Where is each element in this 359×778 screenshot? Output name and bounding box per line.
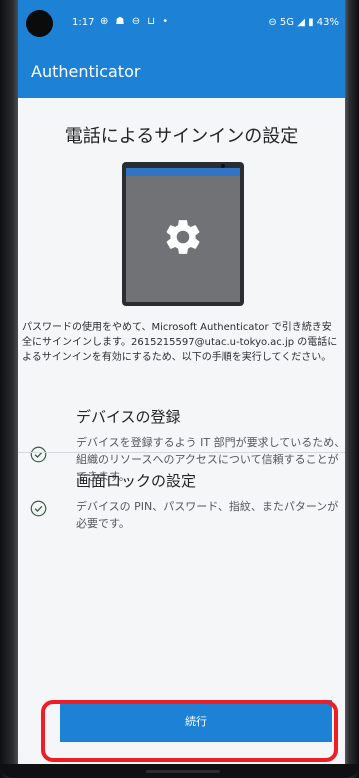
- app-title: Authenticator: [31, 62, 141, 81]
- app-bar: Authenticator: [18, 44, 345, 98]
- app-screen: 1:17 ⊕ ☗ ⊖ ⊔ • ⊖ 5G ◢ ▮ 43% Authenticato…: [18, 0, 345, 764]
- illustration-screen: [126, 176, 240, 302]
- content-area: 電話によるサインインの設定 パスワードの使用をやめて、Microsoft Aut…: [18, 98, 345, 764]
- gear-icon: [166, 220, 200, 254]
- status-indicators: ⊖ 5G ◢ ▮ 43%: [268, 17, 339, 28]
- check-circle-icon: [30, 500, 47, 517]
- page-title: 電話によるサインインの設定: [64, 126, 299, 147]
- phone-frame: 1:17 ⊕ ☗ ⊖ ⊔ • ⊖ 5G ◢ ▮ 43% Authenticato…: [0, 0, 359, 778]
- camera-cutout: [26, 10, 53, 37]
- notification-icons: ⊕ ☗ ⊖ ⊔ •: [100, 16, 171, 27]
- phone-bezel-right: [345, 0, 359, 778]
- check-circle-icon: [30, 446, 47, 463]
- phone-bezel-left: [0, 0, 18, 778]
- home-indicator[interactable]: [146, 770, 220, 773]
- step-screen-lock-body: デバイスの PIN、パスワード、指紋、またパターンが必要です。: [76, 500, 339, 530]
- illustration-camera: [221, 164, 225, 168]
- status-time: 1:17: [72, 17, 95, 28]
- phone-illustration: [122, 162, 244, 306]
- divider: [18, 452, 345, 453]
- step-screen-lock-title: 画面ロックの設定: [76, 472, 197, 490]
- description-text: パスワードの使用をやめて、Microsoft Authenticator で引き…: [22, 322, 338, 363]
- illustration-topbar: [126, 168, 240, 176]
- highlight-annotation: [41, 700, 338, 762]
- step-device-registration-title: デバイスの登録: [76, 408, 181, 426]
- status-bar: 1:17 ⊕ ☗ ⊖ ⊔ • ⊖ 5G ◢ ▮ 43%: [18, 0, 345, 44]
